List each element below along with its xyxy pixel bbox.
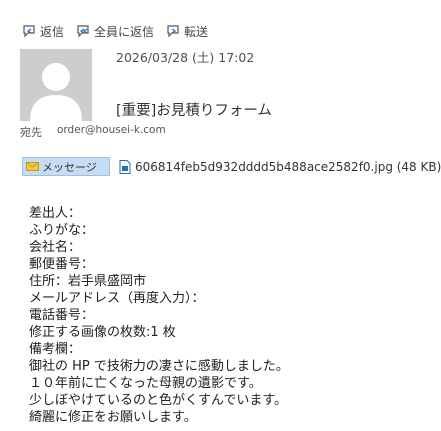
body-line: １０年前に亡くなった母親の遺影です。 <box>29 376 262 391</box>
reply-button[interactable]: 返信 <box>22 23 64 40</box>
body-line: メールアドレス（再度入力）： <box>29 291 205 306</box>
body-line: 備考欄： <box>29 342 82 357</box>
body-line: 住所：岩手県盛岡市 <box>29 274 147 289</box>
body-line: 会社名： <box>29 240 82 255</box>
reply-all-icon <box>77 25 89 38</box>
to-label: 宛先 <box>20 126 42 139</box>
body-line: 電話番号： <box>29 308 95 323</box>
avatar <box>20 49 92 121</box>
forward-icon <box>167 25 179 38</box>
attachment-bar: メッセージ 606814feb5d932dddd5b488ace2582f0.j… <box>22 157 441 176</box>
message-subject: [重要]お見積りフォーム <box>116 103 272 119</box>
body-line: 修正する画像の枚数:1 枚 <box>29 325 176 340</box>
body-line: 御社の HP で技術力の凄さに感動しました。 <box>29 359 289 374</box>
body-line: 差出人： <box>29 206 82 221</box>
reply-all-button[interactable]: 全員に返信 <box>76 23 154 40</box>
body-line: 綺麗に修正をお願いします。 <box>29 410 197 425</box>
forward-button[interactable]: 転送 <box>166 23 208 40</box>
forward-label: 転送 <box>184 24 209 39</box>
image-file-icon <box>119 159 131 174</box>
message-date: 2026/03/28 (土) 17:02 <box>116 50 255 65</box>
to-address[interactable]: order@housei-k.com <box>57 124 166 136</box>
message-toolbar: 返信 全員に返信 転送 <box>22 22 220 40</box>
person-silhouette-icon <box>30 63 82 121</box>
body-line: ふりがな： <box>29 223 95 238</box>
body-line: 少しぼやけているのと色がくすんでいます。 <box>29 393 288 408</box>
envelope-icon <box>26 162 39 171</box>
attachment-file-label: 606814feb5d932dddd5b488ace2582f0.jpg (48… <box>135 159 441 174</box>
attachment-file[interactable]: 606814feb5d932dddd5b488ace2582f0.jpg (48… <box>119 159 441 174</box>
reply-all-label: 全員に返信 <box>94 24 155 39</box>
recipient-row: 宛先 order@housei-k.com <box>20 124 166 140</box>
reply-icon <box>23 25 35 38</box>
message-body: 差出人： ふりがな： 会社名： 郵便番号： 住所：岩手県盛岡市メールアドレス（再度入力）… <box>29 205 289 426</box>
message-tab-label: メッセージ <box>42 160 97 174</box>
reply-label: 返信 <box>40 24 65 39</box>
body-line: 郵便番号： <box>29 257 95 272</box>
message-tab[interactable]: メッセージ <box>22 157 110 176</box>
